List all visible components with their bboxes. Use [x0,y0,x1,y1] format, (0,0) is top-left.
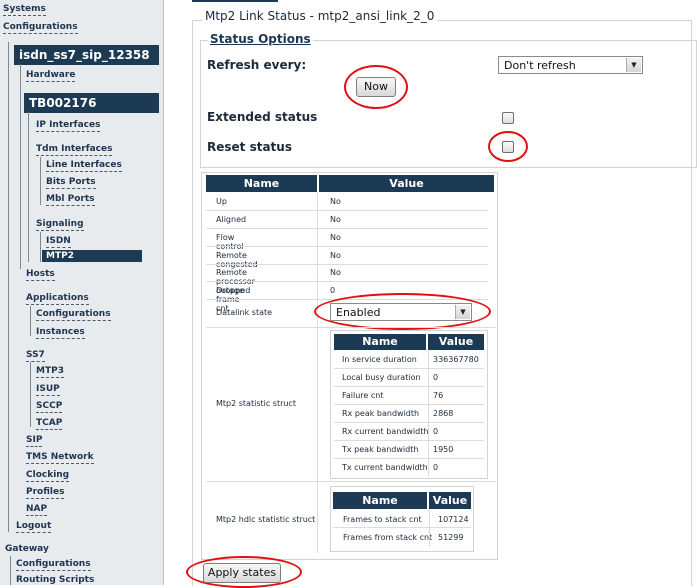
nav-profiles[interactable]: Profiles [26,487,65,499]
table-row: Local busy duration 0 [334,369,484,387]
top-tab-bar [192,0,278,2]
table-row: Tx peak bandwidth 1950 [334,441,484,459]
hdlc-struct-label: Mtp2 hdlc statistic struct [216,515,316,524]
nav-applications[interactable]: Applications [26,293,89,305]
table-row: Tx current bandwidth 0 [342,463,439,472]
nav-mbl-ports[interactable]: Mbl Ports [46,194,95,206]
nav-configurations[interactable]: Configurations [3,22,78,34]
table-row: Rx peak bandwidth 2868 [334,405,484,423]
tree-line [40,157,41,205]
table-row: Frames from stack cnt 51299 [343,533,464,542]
refresh-every-label: Refresh every: [207,58,307,72]
tree-line [30,362,31,427]
tree-line [40,232,41,262]
apply-states-button[interactable]: Apply states [203,563,281,583]
nav-gateway[interactable]: Gateway [5,544,49,554]
status-rows: UpNo AlignedNo Flow controlNo Remote con… [206,193,496,313]
nav-sccp[interactable]: SCCP [36,401,63,413]
status-options-legend: Status Options [208,32,313,46]
datalink-state-label: Datalink state [216,308,273,317]
stat-col-header-value: Value [428,334,484,350]
nav-isup[interactable]: ISUP [36,384,60,396]
nav-app-configurations[interactable]: Configurations [36,309,111,321]
table-row: Rx current bandwidth 0 [334,423,484,441]
tree-line [10,556,11,585]
nav-tms-network[interactable]: TMS Network [26,452,94,464]
row-divider [206,481,496,482]
page-title: Mtp2 Link Status - mtp2_ansi_link_2_0 [202,9,438,23]
main-content: Mtp2 Link Status - mtp2_ansi_link_2_0 St… [164,0,700,588]
tree-line [8,42,9,532]
chevron-down-icon[interactable]: ▼ [626,58,641,72]
sidebar-nav: Systems Configurations isdn_ss7_sip_1235… [0,0,164,585]
nav-instances[interactable]: Instances [36,327,85,339]
nav-isdn[interactable]: ISDN [46,236,71,248]
nav-gw-configurations[interactable]: Configurations [16,559,91,571]
col-header-value: Value [319,175,494,192]
nav-hosts[interactable]: Hosts [26,269,55,281]
extended-status-label: Extended status [207,110,318,124]
nav-nap[interactable]: NAP [26,504,48,516]
table-row: In service duration 336367780 [334,351,484,369]
nav-bits-ports[interactable]: Bits Ports [46,177,96,189]
nav-ss7[interactable]: SS7 [26,350,45,362]
nav-mtp2-selected[interactable]: MTP2 [42,250,142,262]
nav-routing-scripts[interactable]: Routing Scripts [16,575,94,585]
refresh-select[interactable]: Don't refresh ▼ [498,56,643,74]
column-divider [317,193,318,553]
tree-line [20,64,21,269]
nav-ip-interfaces[interactable]: IP Interfaces [36,120,101,132]
nav-line-interfaces[interactable]: Line Interfaces [46,160,122,172]
datalink-state-select[interactable]: Enabled ▼ [330,303,472,321]
stat-col-header-name: Name [334,334,426,350]
nav-systems[interactable]: Systems [3,4,46,16]
stat-struct-rows: In service duration 336367780 Local busy … [334,351,484,477]
system-name-header[interactable]: isdn_ss7_sip_12358 [14,45,159,65]
nav-signaling[interactable]: Signaling [36,219,84,231]
chevron-down-icon[interactable]: ▼ [455,305,470,319]
table-row: Frames to stack cnt 107124 [333,510,471,528]
column-divider [428,351,429,477]
extended-status-checkbox[interactable] [502,112,514,124]
reset-status-checkbox[interactable] [502,141,514,153]
row-divider [206,327,496,328]
nav-tcap[interactable]: TCAP [36,418,63,430]
stat-struct-label: Mtp2 statistic struct [216,399,296,408]
tree-line [30,306,31,336]
table-row: Failure cnt 76 [334,387,484,405]
nav-logout[interactable]: Logout [16,521,52,533]
col-header-name: Name [206,175,317,192]
datalink-state-value: Enabled [336,306,381,319]
hdlc-col-header-name: Name [333,492,427,509]
nav-tdm-interfaces[interactable]: Tdm Interfaces [36,144,113,156]
nav-mtp3[interactable]: MTP3 [36,366,64,378]
hdlc-col-header-value: Value [429,492,471,509]
refresh-select-value: Don't refresh [504,59,576,72]
nav-sip[interactable]: SIP [26,435,43,447]
board-header[interactable]: TB002176 [24,93,159,113]
now-button[interactable]: Now [356,77,396,97]
nav-hardware[interactable]: Hardware [26,70,76,82]
tree-line [28,112,29,262]
reset-status-label: Reset status [207,140,292,154]
nav-clocking[interactable]: Clocking [26,470,70,482]
column-divider [429,510,430,546]
